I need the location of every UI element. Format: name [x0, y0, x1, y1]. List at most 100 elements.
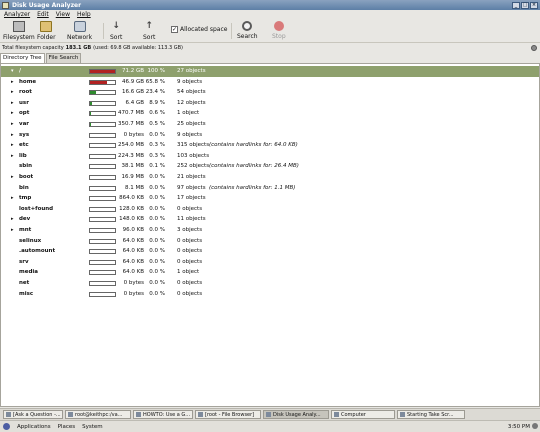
harddisk-icon	[12, 21, 25, 32]
taskbar-window-button[interactable]: Computer	[331, 410, 395, 419]
maximize-button[interactable]: □	[521, 1, 529, 9]
table-row[interactable]: ▸ home 46.9 GB 65.8 % 9 objects	[1, 77, 539, 88]
expander-icon[interactable]: ▸	[11, 174, 14, 180]
table-row[interactable]: lost+found 128.0 KB 0.0 % 0 objects	[1, 204, 539, 215]
table-row[interactable]: ▸ tmp 864.0 KB 0.0 % 17 objects	[1, 193, 539, 204]
minimize-button[interactable]: _	[512, 1, 520, 9]
expander-icon[interactable]: ▾	[11, 68, 14, 74]
folder-percent: 100 %	[147, 68, 165, 74]
menu-help[interactable]: Help	[77, 11, 91, 18]
sort-descending-button[interactable]: ↑ Sort	[143, 21, 155, 41]
close-button[interactable]: ×	[530, 1, 538, 9]
stop-button[interactable]: Stop	[272, 21, 286, 40]
expander-icon[interactable]: ▸	[11, 227, 14, 233]
usage-bar-fill	[90, 70, 115, 73]
table-row[interactable]: ▸ etc 254.0 MB 0.3 % 315 objects (contains ha…	[1, 140, 539, 151]
folder-percent: 0.0 %	[149, 258, 165, 265]
allocated-space-toggle[interactable]: ✓ Allocated space	[171, 26, 227, 33]
expander-icon[interactable]: ▸	[11, 121, 14, 127]
folder-size: 0 bytes	[123, 131, 144, 138]
table-row[interactable]: ▸ dev 148.0 KB 0.0 % 11 objects	[1, 214, 539, 225]
network-icon	[73, 21, 86, 32]
settings-gear-icon[interactable]	[532, 423, 538, 429]
taskbar-window-button[interactable]: root@keithpc:/va...	[65, 410, 131, 419]
table-row[interactable]: net 0 bytes 0.0 % 0 objects	[1, 278, 539, 289]
table-row[interactable]: ▸ lib 224.3 MB 0.3 % 103 objects	[1, 151, 539, 162]
table-row[interactable]: ▸ usr 6.4 GB 8.9 % 12 objects	[1, 98, 539, 109]
directory-tree-list[interactable]: ▾ / 71.2 GB 100 % 27 objects ▸ home 46.9 GB 65.8…	[0, 63, 540, 407]
system-menu[interactable]: System	[82, 424, 103, 430]
table-row[interactable]: media 64.0 KB 0.0 % 1 object	[1, 267, 539, 278]
usage-bar	[89, 79, 116, 85]
folder-object-count: 12 objects	[177, 99, 206, 106]
expander-icon[interactable]: ▸	[11, 89, 14, 95]
menu-view[interactable]: View	[56, 11, 70, 18]
hardlink-note: (contains hardlinks for: 64.0 KB)	[209, 142, 298, 149]
usage-bar	[89, 153, 116, 159]
expander-icon[interactable]: ▸	[11, 110, 14, 116]
usage-bar	[89, 111, 116, 117]
folder-percent: 0.0 %	[149, 290, 165, 297]
table-row[interactable]: srv 64.0 KB 0.0 % 0 objects	[1, 257, 539, 268]
folder-object-count: 97 objects	[177, 184, 206, 191]
folder-size: 64.0 KB	[122, 258, 144, 265]
folder-object-count: 0 objects	[177, 237, 203, 244]
sort-ascending-icon: ↓	[112, 21, 120, 31]
table-row[interactable]: ▸ mnt 96.0 KB 0.0 % 3 objects	[1, 225, 539, 236]
folder-percent: 0.0 %	[149, 216, 165, 223]
expander-icon[interactable]: ▸	[11, 79, 14, 85]
folder-name: var	[19, 121, 30, 127]
tab-directory-tree[interactable]: Directory Tree	[0, 53, 45, 63]
panel-clock[interactable]: 3:50 PM	[508, 424, 530, 430]
usage-bar	[89, 249, 116, 255]
expander-icon[interactable]: ▸	[11, 195, 14, 201]
toolbar-separator-2	[231, 23, 232, 39]
folder-size: 224.3 MB	[117, 152, 144, 159]
table-row[interactable]: misc 0 bytes 0.0 % 0 objects	[1, 289, 539, 300]
table-row[interactable]: ▾ / 71.2 GB 100 % 27 objects	[1, 66, 539, 77]
search-button[interactable]: Search	[237, 21, 258, 40]
table-row[interactable]: bin 8.1 MB 0.0 % 97 objects (contains hardli…	[1, 183, 539, 194]
scan-filesystem-button[interactable]: Filesystem	[3, 21, 35, 41]
scan-folder-button[interactable]: Folder	[37, 21, 56, 41]
table-row[interactable]: ▸ opt 470.7 MB 0.6 % 1 object	[1, 108, 539, 119]
expander-icon[interactable]: ▸	[11, 142, 14, 148]
folder-icon	[40, 21, 53, 32]
table-row[interactable]: ▸ boot 16.9 MB 0.0 % 21 objects	[1, 172, 539, 183]
usage-bar	[89, 291, 116, 297]
tab-file-search[interactable]: File Search	[45, 53, 82, 63]
expander-icon[interactable]: ▸	[11, 153, 14, 159]
usage-bar	[89, 185, 116, 191]
usage-bar	[89, 90, 116, 96]
taskbar-window-button[interactable]: HOWTO: Use a G...	[133, 410, 193, 419]
disk-analyzer-app-icon	[2, 1, 9, 9]
scan-network-button[interactable]: Network	[67, 21, 92, 41]
expander-icon[interactable]: ▸	[11, 132, 14, 138]
taskbar-window-button[interactable]: Disk Usage Analy...	[263, 410, 329, 419]
sort-ascending-button[interactable]: ↓ Sort	[110, 21, 122, 41]
expander-icon[interactable]: ▸	[11, 216, 14, 222]
table-row[interactable]: ▸ sys 0 bytes 0.0 % 9 objects	[1, 130, 539, 141]
window-titlebar: Disk Usage Analyzer _ □ ×	[0, 0, 540, 10]
usage-bar-fill	[90, 101, 93, 105]
folder-percent: 0.3 %	[149, 152, 165, 159]
table-row[interactable]: sbin 38.1 MB 0.1 % 252 objects (contains har…	[1, 161, 539, 172]
folder-size: 71.2 GB	[121, 68, 144, 74]
places-menu[interactable]: Places	[58, 424, 76, 430]
folder-name: selinux	[19, 237, 42, 244]
taskbar-window-button[interactable]: [root - File Browser]	[195, 410, 261, 419]
menu-analyzer[interactable]: Analyzer	[4, 11, 30, 18]
applications-menu[interactable]: Applications	[17, 424, 51, 430]
taskbar-window-button[interactable]: Starting Take Scr...	[397, 410, 465, 419]
table-row[interactable]: ▸ root 16.6 GB 23.4 % 54 objects	[1, 87, 539, 98]
table-row[interactable]: .automount 64.0 KB 0.0 % 0 objects	[1, 246, 539, 257]
folder-name: .automount	[19, 248, 56, 255]
search-icon	[242, 21, 253, 31]
table-row[interactable]: ▸ var 350.7 MB 0.5 % 25 objects	[1, 119, 539, 130]
expander-icon[interactable]: ▸	[11, 100, 14, 106]
taskbar-window-button[interactable]: [Ask a Question -...	[3, 410, 63, 419]
allocated-space-checkbox[interactable]: ✓	[171, 26, 178, 33]
taskbar-window-label: Starting Take Scr...	[407, 411, 454, 418]
menu-edit[interactable]: Edit	[37, 11, 49, 18]
table-row[interactable]: selinux 64.0 KB 0.0 % 0 objects	[1, 236, 539, 247]
